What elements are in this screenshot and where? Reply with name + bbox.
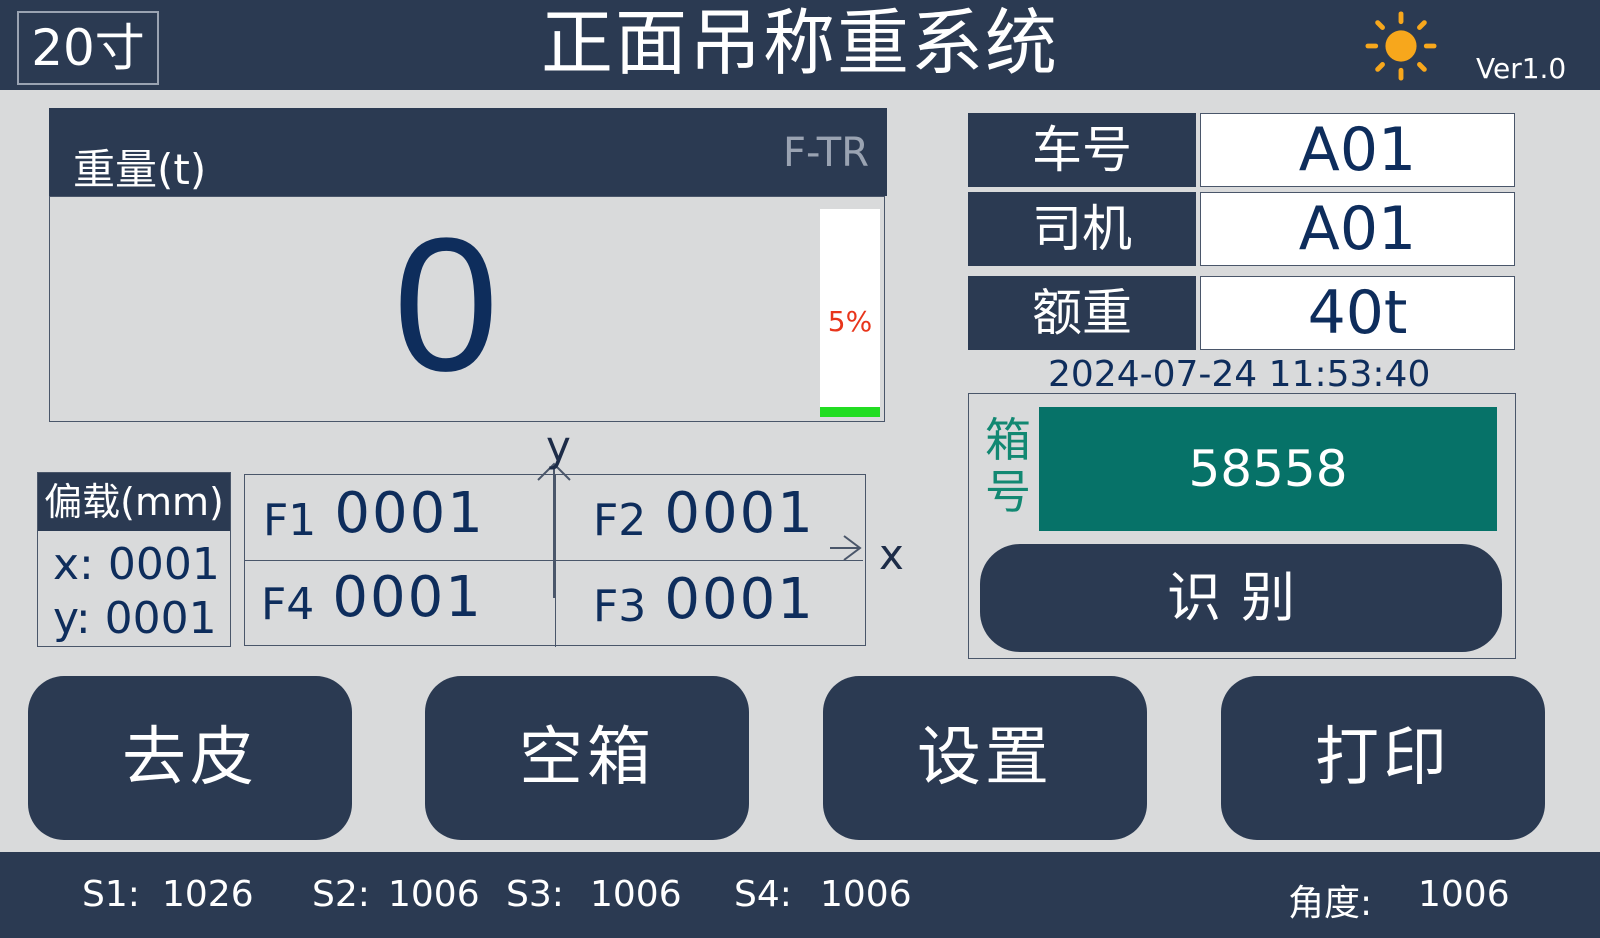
sun-icon[interactable] xyxy=(1362,10,1440,82)
datetime-display: 2024-07-24 11:53:40 xyxy=(1048,354,1431,395)
force-label: F1 xyxy=(263,495,317,546)
title-bar: 20寸 正面吊称重系统 Ver1.0 xyxy=(0,0,1600,90)
axis-y-label: y xyxy=(546,422,571,471)
sensor-s4-label: S4: xyxy=(734,874,792,915)
weight-display: 0 5% xyxy=(49,196,885,422)
app-title: 正面吊称重系统 xyxy=(540,1,1059,85)
truck-number-label: 车号 xyxy=(968,113,1196,187)
sensor-s3-value: 1006 xyxy=(590,874,682,915)
sensor-s4-value: 1006 xyxy=(820,874,912,915)
settings-button[interactable]: 设置 xyxy=(823,676,1147,840)
force-value: 0001 xyxy=(334,481,485,546)
container-number-panel: 箱号 58558 识别 xyxy=(968,393,1516,659)
weight-label: 重量(t) xyxy=(73,145,207,194)
version-label: Ver1.0 xyxy=(1476,52,1567,85)
axis-arrows xyxy=(537,462,862,598)
sensor-s2-label: S2: xyxy=(312,874,370,915)
driver-label: 司机 xyxy=(968,192,1196,266)
sensor-s1-value: 1026 xyxy=(162,874,254,915)
rated-load-label: 额重 xyxy=(968,276,1196,350)
force-cell-f4: F4 0001 xyxy=(261,565,483,630)
eccentric-x-value: x: 0001 xyxy=(53,539,220,590)
sensor-s3-label: S3: xyxy=(506,874,564,915)
tare-button[interactable]: 去皮 xyxy=(28,676,352,840)
eccentric-y-value: y: 0001 xyxy=(53,593,217,644)
empty-container-button[interactable]: 空箱 xyxy=(425,676,749,840)
force-value: 0001 xyxy=(332,565,483,630)
angle-label: 角度: xyxy=(1288,883,1373,924)
load-level-fill xyxy=(820,406,880,417)
load-level-bar: 5% xyxy=(820,209,880,417)
container-number-display: 58558 xyxy=(1039,407,1497,531)
sensor-s1-label: S1: xyxy=(82,874,140,915)
print-button[interactable]: 打印 xyxy=(1221,676,1545,840)
load-percent-text: 5% xyxy=(827,305,873,338)
recognize-button[interactable]: 识别 xyxy=(980,544,1502,652)
angle-value: 1006 xyxy=(1418,874,1510,915)
status-bar: S1: 1026 S2: 1006 S3: 1006 S4: 1006 角度: … xyxy=(0,852,1600,938)
force-label: F4 xyxy=(261,579,315,630)
eccentric-load-title: 偏载(mm) xyxy=(38,473,230,531)
eccentric-load-panel: 偏载(mm) x: 0001 y: 0001 xyxy=(37,472,231,647)
weight-panel-header: 重量(t) F-TR xyxy=(49,108,887,196)
axis-x-label: x xyxy=(879,530,904,579)
truck-number-field[interactable]: A01 xyxy=(1200,113,1515,187)
weight-mode-label: F-TR xyxy=(783,130,869,176)
rated-load-field[interactable]: 40t xyxy=(1200,276,1515,350)
container-number-label: 箱号 xyxy=(985,413,1031,519)
sensor-s2-value: 1006 xyxy=(388,874,480,915)
driver-field[interactable]: A01 xyxy=(1200,192,1515,266)
force-cell-f1: F1 0001 xyxy=(263,481,485,546)
weight-value: 0 xyxy=(393,199,499,411)
